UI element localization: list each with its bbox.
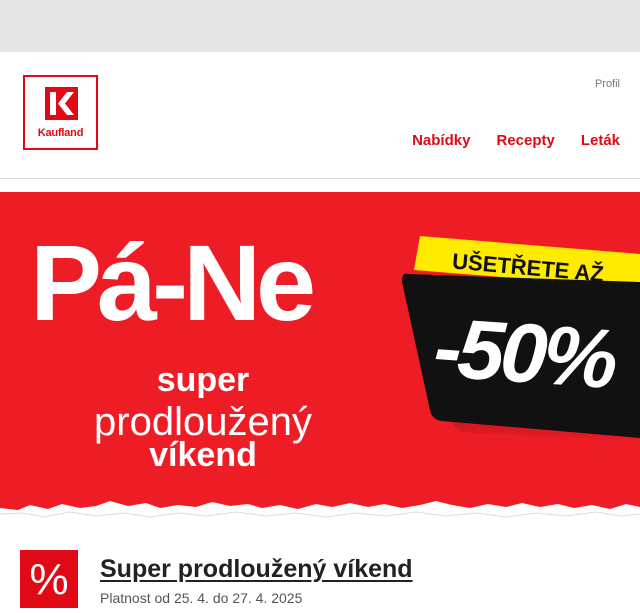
banner-headline: Pá-Ne bbox=[30, 222, 313, 343]
header-divider bbox=[0, 178, 640, 179]
promo-banner[interactable]: Pá-Ne super prodloužený víkend UŠETŘETE … bbox=[0, 192, 640, 540]
discount-badge-value: -50% bbox=[431, 300, 620, 406]
main-nav: Nabídky Recepty Leták bbox=[412, 132, 620, 149]
offer-percent-icon: % bbox=[20, 550, 78, 608]
promo-banner-graphic: Pá-Ne super prodloužený víkend UŠETŘETE … bbox=[0, 192, 640, 540]
kaufland-logo[interactable]: Kaufland bbox=[23, 75, 98, 150]
offer-percent-symbol: % bbox=[29, 555, 68, 604]
top-strip bbox=[0, 0, 640, 52]
nav-leaflet-link[interactable]: Leták bbox=[581, 132, 620, 149]
banner-subline-1: super bbox=[157, 361, 250, 399]
site-header: Kaufland Profil Nabídky Recepty Leták bbox=[0, 52, 640, 178]
profile-link[interactable]: Profil bbox=[595, 78, 620, 90]
kaufland-k-icon bbox=[45, 87, 78, 120]
nav-recipes-link[interactable]: Recepty bbox=[496, 132, 554, 149]
offer-title-link[interactable]: Super prodloužený víkend bbox=[100, 555, 413, 584]
offer-validity-text: Platnost od 25. 4. do 27. 4. 2025 bbox=[100, 590, 303, 606]
banner-subline-3: víkend bbox=[149, 436, 257, 474]
torn-paper-edge bbox=[0, 501, 640, 540]
logo-wordmark: Kaufland bbox=[37, 127, 84, 139]
nav-offers-link[interactable]: Nabídky bbox=[412, 132, 470, 149]
offer-section: % Super prodloužený víkend Platnost od 2… bbox=[0, 540, 640, 608]
